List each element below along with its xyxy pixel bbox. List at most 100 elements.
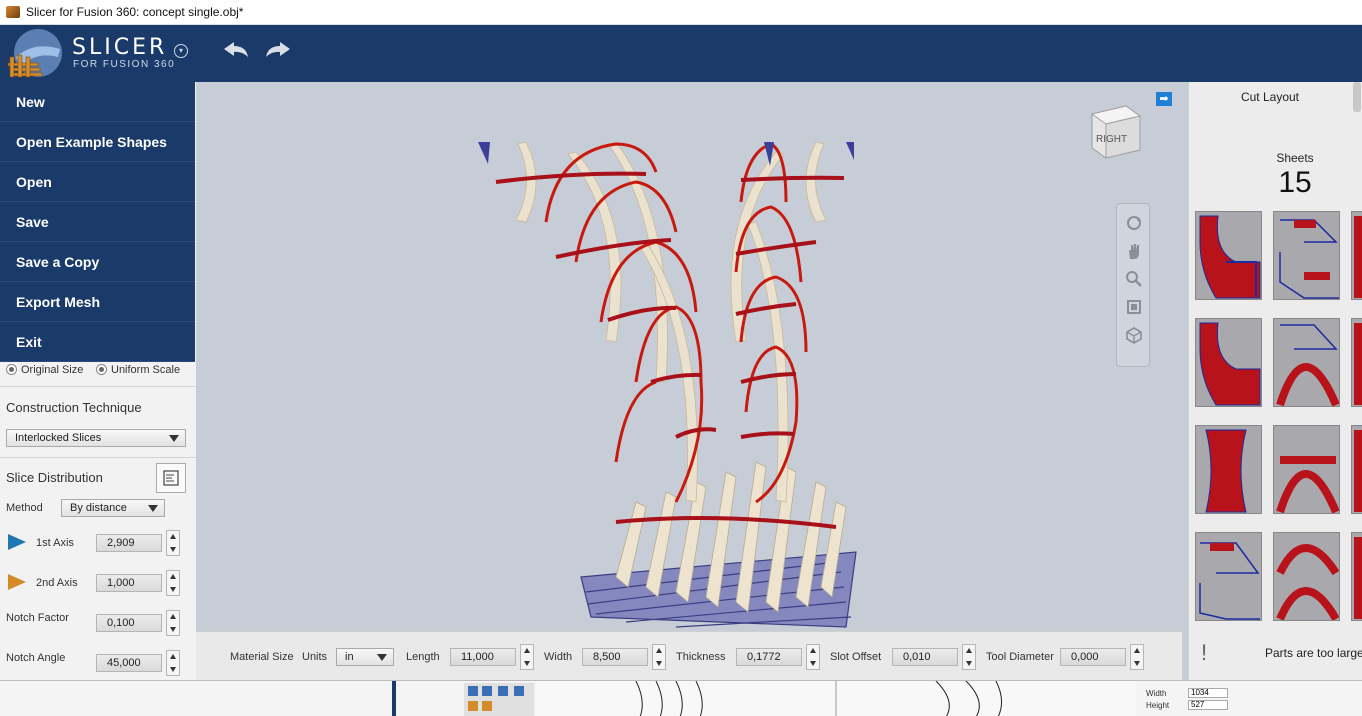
- method-value: By distance: [70, 502, 127, 514]
- sheet-thumbnail[interactable]: [1351, 532, 1362, 621]
- sheet-thumbnail[interactable]: [1195, 211, 1262, 300]
- menu-item-new[interactable]: New: [0, 82, 195, 122]
- slot-offset-label: Slot Offset: [830, 651, 882, 663]
- file-menu: New Open Example Shapes Open Save Save a…: [0, 82, 195, 362]
- app-icon: [6, 6, 20, 18]
- length-input[interactable]: 11,000: [450, 648, 516, 666]
- cut-layout-title: Cut Layout: [1240, 90, 1300, 104]
- background-wireframe: [536, 681, 1136, 716]
- construction-technique-select[interactable]: Interlocked Slices: [6, 429, 186, 447]
- tool-diameter-stepper[interactable]: [1130, 644, 1144, 670]
- sheet-thumbnail[interactable]: [1273, 425, 1340, 514]
- undo-icon[interactable]: [222, 39, 250, 61]
- background-window-edge: [392, 681, 396, 716]
- slicer-logo[interactable]: [4, 27, 68, 79]
- warning-banner: ! Parts are too large: [1197, 636, 1362, 672]
- chevron-down-icon[interactable]: ▾: [174, 44, 188, 58]
- width-stepper[interactable]: [652, 644, 666, 670]
- tool-diameter-input[interactable]: 0,000: [1060, 648, 1126, 666]
- uniform-scale-option[interactable]: Uniform Scale: [96, 362, 180, 376]
- length-stepper[interactable]: [520, 644, 534, 670]
- menu-item-open[interactable]: Open: [0, 162, 195, 202]
- original-size-option[interactable]: Original Size: [6, 362, 83, 376]
- warning-icon: !: [1201, 640, 1208, 665]
- expand-icon[interactable]: ➡: [1156, 92, 1172, 106]
- warning-message: Parts are too large: [1265, 646, 1362, 660]
- original-size-label: Original Size: [21, 364, 84, 376]
- 3d-viewport[interactable]: ➡ RIGHT: [196, 82, 1188, 680]
- material-size-bar: Material Size Units in Length 11,000 Wid…: [196, 631, 1182, 681]
- first-axis-label: 1st Axis: [36, 537, 74, 549]
- units-label: Units: [302, 651, 328, 663]
- viewcube[interactable]: RIGHT: [1088, 102, 1142, 160]
- logo-title: SLICER: [72, 35, 168, 60]
- menu-item-save[interactable]: Save: [0, 202, 195, 242]
- viewcube-home-icon[interactable]: [1125, 326, 1143, 344]
- fit-icon[interactable]: [1125, 298, 1143, 316]
- zoom-icon[interactable]: [1125, 270, 1143, 288]
- second-axis-stepper[interactable]: [166, 570, 180, 596]
- app-header: SLICER FOR FUSION 360 ▾: [0, 25, 1362, 82]
- menu-item-export-mesh[interactable]: Export Mesh: [0, 282, 195, 322]
- uniform-scale-radio[interactable]: [96, 364, 107, 376]
- background-application: Width 1034 Height 527: [0, 680, 1362, 716]
- sheet-thumbnail[interactable]: [1351, 211, 1362, 300]
- sheet-thumbnail[interactable]: [1195, 425, 1262, 514]
- viewcube-label: RIGHT: [1096, 134, 1127, 145]
- navigation-bar: [1116, 203, 1150, 367]
- slot-offset-input[interactable]: 0,010: [892, 648, 958, 666]
- panel-scrollbar[interactable]: [1353, 82, 1361, 112]
- tool-diameter-label: Tool Diameter: [986, 651, 1054, 663]
- notch-factor-stepper[interactable]: [166, 610, 180, 636]
- notch-angle-input[interactable]: 45,000: [96, 654, 162, 672]
- method-select[interactable]: By distance: [61, 499, 165, 517]
- sheet-thumbnail[interactable]: [1195, 532, 1262, 621]
- menu-item-exit[interactable]: Exit: [0, 322, 195, 362]
- sheet-thumbnail[interactable]: [1273, 318, 1340, 407]
- width-input[interactable]: 8,500: [582, 648, 648, 666]
- sheet-thumbnail[interactable]: [1195, 318, 1262, 407]
- units-select[interactable]: in: [336, 648, 394, 666]
- units-value: in: [345, 651, 354, 663]
- thickness-label: Thickness: [676, 651, 726, 663]
- divider: [0, 386, 196, 387]
- cut-layout-panel: Cut Layout Sheets 15 ! Parts are too lar…: [1188, 82, 1362, 680]
- notch-factor-input[interactable]: 0,100: [96, 614, 162, 632]
- redo-icon[interactable]: [264, 39, 292, 61]
- chevron-down-icon: [148, 505, 158, 512]
- menu-item-save-a-copy[interactable]: Save a Copy: [0, 242, 195, 282]
- orbit-icon[interactable]: [1125, 214, 1143, 232]
- thickness-input[interactable]: 0,1772: [736, 648, 802, 666]
- background-toolbar: [464, 683, 534, 716]
- construction-technique-value: Interlocked Slices: [15, 432, 102, 444]
- slot-offset-stepper[interactable]: [962, 644, 976, 670]
- list-icon: [163, 470, 179, 486]
- sheets-count: 15: [1278, 166, 1312, 199]
- sheet-thumbnail[interactable]: [1351, 425, 1362, 514]
- length-label: Length: [406, 651, 440, 663]
- pan-icon[interactable]: [1125, 242, 1143, 260]
- divider: [0, 457, 196, 458]
- slice-distribution-button[interactable]: [156, 463, 186, 493]
- notch-factor-label: Notch Factor: [6, 612, 69, 624]
- uniform-scale-label: Uniform Scale: [111, 364, 181, 376]
- first-axis-input[interactable]: 2,909: [96, 534, 162, 552]
- sheet-thumbnail[interactable]: [1273, 211, 1340, 300]
- material-size-label: Material Size: [230, 651, 294, 663]
- window-titlebar: Slicer for Fusion 360: concept single.ob…: [0, 0, 1362, 25]
- original-size-radio[interactable]: [6, 364, 17, 376]
- chevron-down-icon: [169, 435, 179, 442]
- logo-subtitle: FOR FUSION 360: [73, 59, 176, 70]
- window-title: Slicer for Fusion 360: concept single.ob…: [26, 5, 244, 19]
- notch-angle-stepper[interactable]: [166, 650, 180, 676]
- second-axis-input[interactable]: 1,000: [96, 574, 162, 592]
- sliced-model[interactable]: [196, 82, 1188, 680]
- first-axis-stepper[interactable]: [166, 530, 180, 556]
- sheet-thumbnail[interactable]: [1351, 318, 1362, 407]
- second-axis-label: 2nd Axis: [36, 577, 78, 589]
- menu-item-open-example-shapes[interactable]: Open Example Shapes: [0, 122, 195, 162]
- width-label: Width: [544, 651, 573, 663]
- notch-angle-label: Notch Angle: [6, 652, 66, 664]
- thickness-stepper[interactable]: [806, 644, 820, 670]
- sheet-thumbnail[interactable]: [1273, 532, 1340, 621]
